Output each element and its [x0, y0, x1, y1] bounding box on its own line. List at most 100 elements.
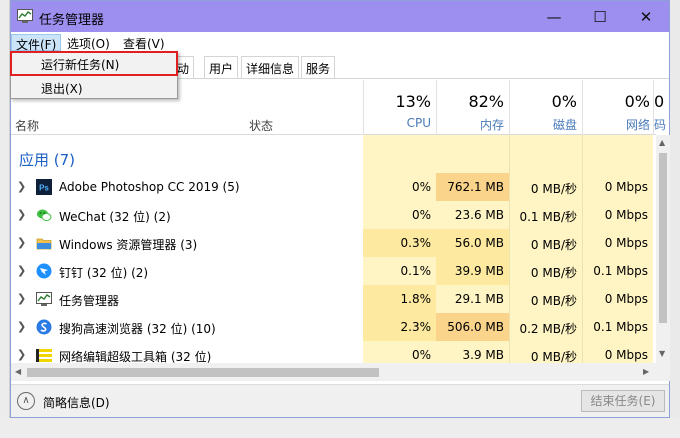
header-cpu-label[interactable]: CPU — [363, 116, 431, 130]
process-name: 任务管理器 — [59, 294, 120, 308]
header-network-percent[interactable]: 0% — [582, 92, 650, 111]
background-window-left — [0, 0, 10, 438]
menu-options[interactable]: 选项(O) — [63, 34, 114, 51]
disk-cell: 0 MB/秒 — [530, 350, 577, 363]
process-name: Adobe Photoshop CC 2019 (5) — [59, 180, 240, 194]
menu-view[interactable]: 查看(V) — [119, 34, 169, 51]
memory-cell: 23.6 MB — [454, 208, 504, 222]
group-apps-label: 应用 (7) — [19, 151, 76, 169]
file-menu-dropdown: 运行新任务(N) 退出(X) — [10, 51, 178, 99]
header-extra-label[interactable]: 码 — [654, 116, 668, 133]
background-window-bottom — [0, 418, 680, 438]
horizontal-scrollbar[interactable]: ◀ ▶ — [11, 363, 656, 381]
scroll-left-icon[interactable]: ◀ — [15, 367, 21, 376]
process-row[interactable]: ❯ 网络编辑超级工具箱 (32 位) 0% 3.9 MB 0 MB/秒 0 Mb… — [11, 341, 656, 363]
menu-item-exit[interactable]: 退出(X) — [41, 80, 83, 97]
cpu-cell: 0% — [411, 180, 431, 194]
scroll-up-icon[interactable]: ▲ — [659, 138, 665, 147]
disk-cell: 0 MB/秒 — [530, 182, 577, 196]
group-apps[interactable]: 应用 (7) — [11, 135, 656, 169]
disk-cell: 0 MB/秒 — [530, 266, 577, 280]
expand-chevron-icon[interactable]: ❯ — [17, 320, 26, 333]
process-name: 钉钉 (32 位) (2) — [59, 266, 149, 280]
process-name: 网络编辑超级工具箱 (32 位) — [59, 350, 212, 363]
process-list: 应用 (7) ❯ Ps Adobe Photoshop CC 2019 (5) … — [11, 135, 656, 363]
horizontal-scroll-thumb[interactable] — [27, 368, 379, 377]
disk-cell: 0 MB/秒 — [530, 294, 577, 308]
window-title: 任务管理器 — [39, 13, 105, 28]
expand-chevron-icon[interactable]: ❯ — [17, 292, 26, 305]
disk-cell: 0.1 MB/秒 — [519, 210, 577, 224]
process-row[interactable]: ❯ 任务管理器 1.8% 29.1 MB 0 MB/秒 0 Mbps — [11, 285, 656, 313]
network-cell: 0 Mbps — [604, 180, 648, 194]
network-cell: 0 Mbps — [604, 348, 648, 362]
expand-chevron-icon[interactable]: ❯ — [17, 208, 26, 221]
dingtalk-icon — [36, 263, 52, 279]
process-name: WeChat (32 位) (2) — [59, 210, 171, 224]
vertical-scrollbar[interactable]: ▲ ▼ — [656, 135, 670, 381]
scroll-right-icon[interactable]: ▶ — [643, 367, 649, 376]
task-manager-icon — [36, 292, 52, 306]
memory-cell: 506.0 MB — [436, 313, 509, 341]
photoshop-icon: Ps — [36, 179, 52, 195]
header-memory-label[interactable]: 内存 — [436, 116, 504, 133]
header-disk-percent[interactable]: 0% — [509, 92, 577, 111]
background-window-right — [670, 0, 680, 438]
menu-file[interactable]: 文件(F) — [11, 34, 62, 52]
network-cell: 0 Mbps — [604, 236, 648, 250]
header-extra-percent[interactable]: 0 — [654, 92, 668, 111]
header-disk-label[interactable]: 磁盘 — [509, 116, 577, 133]
cpu-cell: 0.1% — [400, 264, 432, 278]
header-name[interactable]: 名称 — [15, 117, 39, 134]
scroll-down-icon[interactable]: ▼ — [659, 349, 665, 358]
header-network-label[interactable]: 网络 — [582, 116, 650, 133]
header-memory-percent[interactable]: 82% — [436, 92, 504, 111]
process-row[interactable]: ❯ 钉钉 (32 位) (2) 0.1% 39.9 MB 0 MB/秒 0.1 … — [11, 257, 656, 285]
tab-services[interactable]: 服务 — [301, 56, 336, 78]
cpu-cell: 2.3% — [363, 313, 436, 341]
close-button[interactable]: ✕ — [623, 1, 669, 32]
folder-icon — [36, 238, 52, 250]
memory-cell: 39.9 MB — [436, 257, 509, 285]
memory-cell: 56.0 MB — [436, 229, 509, 257]
network-cell: 0 Mbps — [604, 208, 648, 222]
expand-chevron-icon[interactable]: ❯ — [17, 348, 26, 361]
brief-info-button[interactable]: 简略信息(D) — [43, 394, 110, 411]
process-row[interactable]: ❯ Ps Adobe Photoshop CC 2019 (5) 0% 762.… — [11, 173, 656, 201]
expand-chevron-icon[interactable]: ❯ — [17, 180, 26, 193]
tab-users[interactable]: 用户 — [204, 56, 239, 78]
process-row[interactable]: ❯ Windows 资源管理器 (3) 0.3% 56.0 MB 0 MB/秒 … — [11, 229, 656, 257]
cpu-cell: 0% — [411, 348, 431, 362]
expand-chevron-icon[interactable]: ❯ — [17, 264, 26, 277]
disk-cell: 0 MB/秒 — [530, 238, 577, 252]
wechat-icon — [37, 209, 52, 222]
vertical-scroll-thumb[interactable] — [659, 153, 667, 323]
process-name: 搜狗高速浏览器 (32 位) (10) — [59, 322, 216, 336]
network-cell: 0.1 Mbps — [593, 264, 648, 278]
expand-chevron-icon[interactable]: ❯ — [17, 236, 26, 249]
header-cpu-percent[interactable]: 13% — [363, 92, 431, 111]
header-status[interactable]: 状态 — [249, 117, 273, 134]
sogou-browser-icon — [36, 319, 52, 335]
cpu-cell: 1.8% — [363, 285, 436, 313]
memory-cell: 3.9 MB — [462, 348, 504, 362]
task-manager-icon — [17, 9, 33, 23]
network-cell: 0 Mbps — [604, 292, 648, 306]
maximize-button[interactable]: ☐ — [577, 1, 623, 32]
status-bar: ∧ 简略信息(D) 结束任务(E) — [11, 384, 669, 417]
collapse-chevron-icon[interactable]: ∧ — [17, 392, 35, 410]
network-cell: 0.1 Mbps — [593, 320, 648, 334]
process-row[interactable]: ❯ WeChat (32 位) (2) 0% 23.6 MB 0.1 MB/秒 … — [11, 201, 656, 229]
menu-item-run-new-task[interactable]: 运行新任务(N) — [41, 56, 119, 73]
toolbox-icon — [36, 349, 52, 362]
tab-details[interactable]: 详细信息 — [241, 56, 300, 78]
memory-cell: 762.1 MB — [436, 173, 509, 201]
minimize-button[interactable]: — — [531, 1, 577, 32]
process-row[interactable]: ❯ 搜狗高速浏览器 (32 位) (10) 2.3% 506.0 MB 0.2 … — [11, 313, 656, 341]
end-task-button[interactable]: 结束任务(E) — [581, 390, 665, 412]
disk-cell: 0.2 MB/秒 — [519, 322, 577, 336]
cpu-cell: 0% — [411, 208, 431, 222]
title-bar[interactable]: 任务管理器 — ☐ ✕ — [11, 1, 669, 32]
menu-bar: 文件(F) 选项(O) 查看(V) — [11, 32, 669, 52]
process-name: Windows 资源管理器 (3) — [59, 238, 198, 252]
